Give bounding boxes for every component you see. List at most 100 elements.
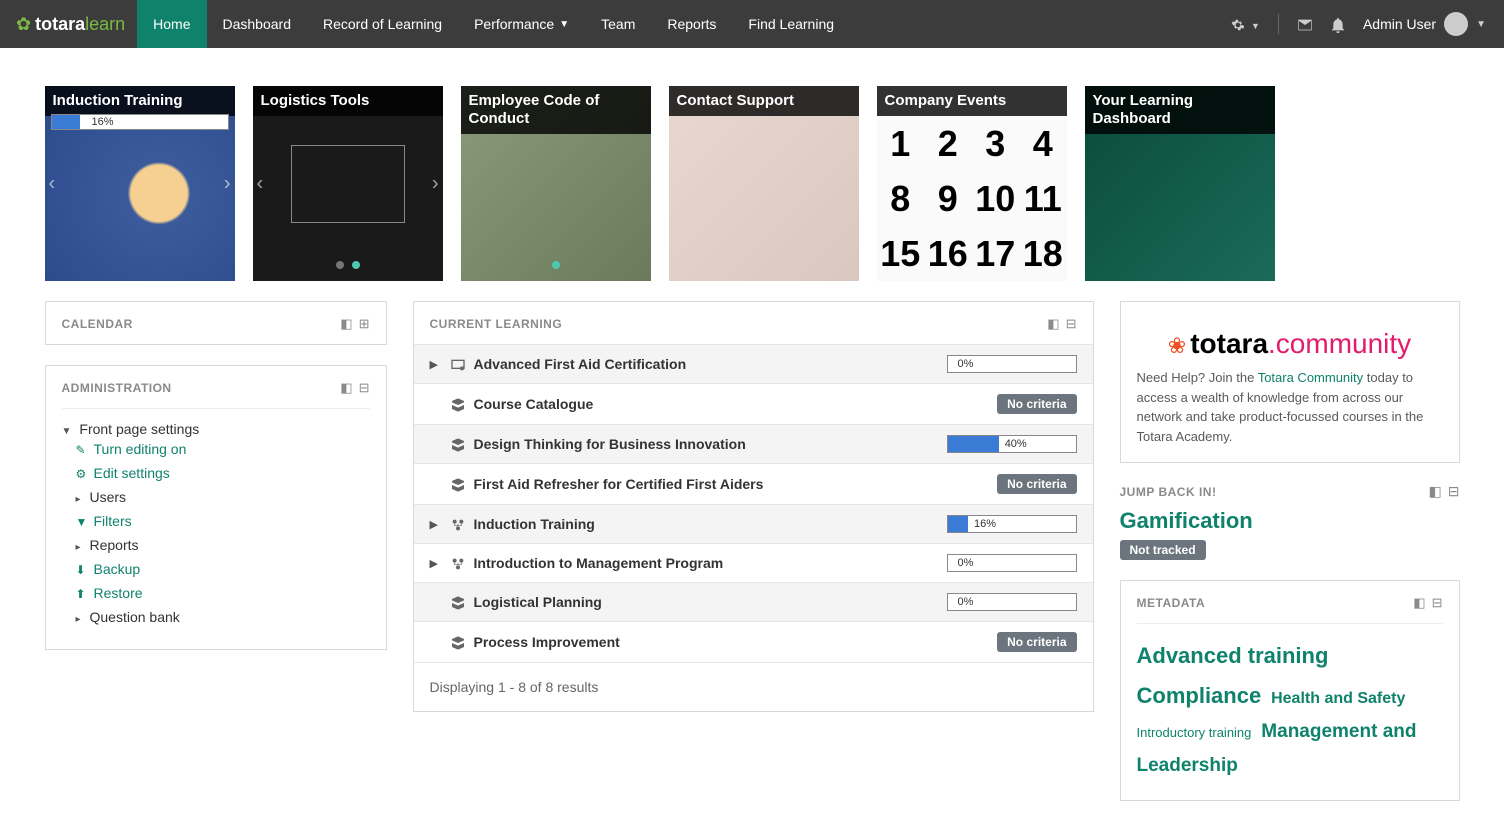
tile-logistics-tools[interactable]: Logistics Tools ‹ ›: [253, 86, 443, 281]
course-name[interactable]: Course Catalogue: [474, 396, 998, 412]
tag-compliance[interactable]: Compliance: [1137, 683, 1262, 708]
results-footer: Displaying 1 - 8 of 8 results: [414, 662, 1093, 711]
mail-icon[interactable]: [1297, 16, 1313, 32]
admin-item-question-bank[interactable]: ▸Question bank: [76, 605, 370, 629]
caret-down-icon: ▼: [62, 426, 72, 437]
tile-title: Employee Code of Conduct: [461, 86, 651, 134]
tile-company-events[interactable]: 123489101115161718Company Events: [877, 86, 1067, 281]
admin-title: ADMINISTRATION: [62, 381, 172, 395]
carousel-dots[interactable]: [552, 261, 560, 269]
community-link[interactable]: Totara Community: [1258, 370, 1363, 385]
tile-title: Your Learning Dashboard: [1085, 86, 1275, 134]
nav-home[interactable]: Home: [137, 0, 206, 48]
progress-bar: 0%: [947, 593, 1077, 611]
brand-text-2: learn: [85, 14, 125, 35]
admin-item-filters[interactable]: ▼Filters: [76, 509, 370, 533]
collapse-icon[interactable]: ⊟: [1432, 595, 1443, 611]
collapse-icon[interactable]: ⊟: [1066, 316, 1077, 332]
arrow-right-icon[interactable]: ›: [224, 172, 231, 195]
tile-title: Company Events: [877, 86, 1067, 116]
nav-record-of-learning[interactable]: Record of Learning: [307, 0, 458, 48]
dock-icon[interactable]: ◧: [1413, 595, 1425, 611]
expand-toggle[interactable]: ▶: [430, 518, 450, 531]
community-logo-2: .community: [1268, 328, 1411, 360]
dock-icon[interactable]: ◧: [1429, 483, 1442, 500]
progress-bar: 16%: [947, 515, 1077, 533]
tile-progress: 16%: [51, 114, 229, 130]
tree-root[interactable]: ▼ Front page settings ✎Turn editing on⚙E…: [62, 417, 370, 633]
tile-induction-training[interactable]: Induction Training16%‹›: [45, 86, 235, 281]
user-menu[interactable]: Admin User ▼: [1363, 12, 1486, 36]
bell-icon[interactable]: [1331, 15, 1345, 32]
admin-item-label: Backup: [94, 561, 141, 577]
dock-icon[interactable]: ◧: [1047, 316, 1059, 332]
download-icon: ⬇: [76, 563, 90, 577]
leaf-icon: ✿: [16, 14, 31, 35]
admin-item-turn-editing-on[interactable]: ✎Turn editing on: [76, 437, 370, 461]
gear-icon: ⚙: [76, 467, 90, 481]
nav-performance[interactable]: Performance▼: [458, 0, 585, 48]
tile-title: Contact Support: [669, 86, 859, 116]
admin-item-reports[interactable]: ▸ Reports: [76, 533, 370, 557]
learning-row: Design Thinking for Business Innovation4…: [414, 424, 1093, 463]
collapse-icon[interactable]: ⊟: [359, 380, 370, 396]
learning-row: ▶Advanced First Aid Certification0%: [414, 344, 1093, 383]
admin-item-label: Filters: [94, 513, 132, 529]
tile-employee-code-of-conduct[interactable]: Employee Code of Conduct: [461, 86, 651, 281]
course-name[interactable]: Logistical Planning: [474, 594, 947, 610]
admin-block: ADMINISTRATION ◧ ⊟ ▼ Front page settings…: [45, 365, 387, 650]
admin-item-backup[interactable]: ⬇ Backup: [76, 557, 370, 581]
tree-root-label: Front page settings: [79, 421, 199, 437]
tag-health-and-safety[interactable]: Health and Safety: [1271, 690, 1405, 707]
caret-right-icon: ▸: [76, 542, 86, 553]
admin-item-edit-settings[interactable]: ⚙Edit settings: [76, 461, 370, 485]
gear-icon[interactable]: ▼: [1231, 16, 1260, 32]
arrow-right-icon[interactable]: ›: [432, 172, 439, 195]
dock-icon[interactable]: ◧: [340, 380, 352, 396]
tile-title: Logistics Tools: [253, 86, 443, 116]
nav-find-learning[interactable]: Find Learning: [732, 0, 850, 48]
admin-item-restore[interactable]: ⬆Restore: [76, 581, 370, 605]
jump-back-link[interactable]: Gamification: [1120, 508, 1460, 534]
community-logo-1: totara: [1190, 328, 1268, 360]
nav-reports[interactable]: Reports: [651, 0, 732, 48]
arrow-left-icon[interactable]: ‹: [257, 172, 264, 195]
admin-item-label: Reports: [90, 537, 139, 553]
course-name[interactable]: Introduction to Management Program: [474, 555, 947, 571]
admin-item-label: Users: [90, 489, 127, 505]
admin-item-users[interactable]: ▸Users: [76, 485, 370, 509]
tag-advanced-training[interactable]: Advanced training: [1137, 643, 1329, 668]
course-name[interactable]: Process Improvement: [474, 634, 998, 650]
course-icon: [450, 395, 474, 412]
nav-team[interactable]: Team: [585, 0, 651, 48]
tile-your-learning-dashboard[interactable]: Your Learning Dashboard: [1085, 86, 1275, 281]
progress-bar: 0%: [947, 554, 1077, 572]
nav-dashboard[interactable]: Dashboard: [207, 0, 308, 48]
admin-item-label: Question bank: [90, 609, 180, 625]
collapse-icon[interactable]: ⊟: [1448, 483, 1460, 500]
course-name[interactable]: First Aid Refresher for Certified First …: [474, 476, 998, 492]
brand-text-1: totara: [35, 14, 85, 35]
brand-logo[interactable]: ✿ totaralearn: [0, 14, 137, 35]
community-logo: ❀ totara.community: [1137, 314, 1443, 368]
not-tracked-badge: Not tracked: [1120, 540, 1206, 560]
tag-introductory-training[interactable]: Introductory training: [1137, 725, 1252, 740]
tile-row: Induction Training16%‹›Logistics Tools‹›…: [45, 86, 1460, 281]
metadata-block: METADATA ◧ ⊟ Advanced training Complianc…: [1120, 580, 1460, 801]
carousel-dots[interactable]: [336, 261, 360, 269]
arrow-left-icon[interactable]: ‹: [49, 172, 56, 195]
learning-row: ▶ Induction Training16%: [414, 504, 1093, 543]
nav-right: ▼ Admin User ▼: [1231, 12, 1504, 36]
expand-toggle[interactable]: ▶: [430, 358, 450, 371]
expand-toggle[interactable]: ▶: [430, 557, 450, 570]
learning-row: ▶ Introduction to Management Program0%: [414, 543, 1093, 582]
dock-icon[interactable]: ◧: [340, 316, 352, 332]
expand-icon[interactable]: ⊞: [359, 316, 370, 332]
community-text: Need Help? Join the Totara Community tod…: [1137, 368, 1443, 446]
course-name[interactable]: Advanced First Aid Certification: [474, 356, 947, 372]
course-name[interactable]: Design Thinking for Business Innovation: [474, 436, 947, 452]
course-name[interactable]: Induction Training: [474, 516, 947, 532]
avatar: [1444, 12, 1468, 36]
tile-contact-support[interactable]: Contact Support: [669, 86, 859, 281]
jump-back-title: JUMP BACK IN!: [1120, 485, 1217, 499]
